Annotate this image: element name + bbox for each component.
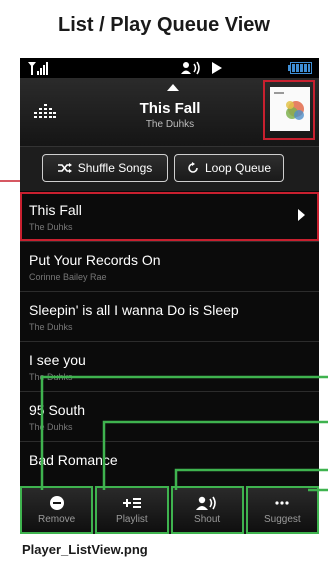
suggest-label: Suggest xyxy=(264,514,301,525)
playlist-button[interactable]: Playlist xyxy=(95,486,169,534)
more-icon xyxy=(275,495,289,511)
loop-icon xyxy=(188,162,198,173)
queue-row[interactable]: 95 South The Duhks xyxy=(20,392,319,442)
now-playing-title: This Fall xyxy=(139,100,201,117)
queue-row[interactable]: Put Your Records On Corinne Bailey Rae xyxy=(20,242,319,292)
song-artist: Corinne Bailey Rae xyxy=(29,272,107,282)
shuffle-songs-button[interactable]: Shuffle Songs xyxy=(42,154,168,182)
remove-button[interactable]: Remove xyxy=(20,486,94,534)
loop-queue-label: Loop Queue xyxy=(204,161,272,175)
song-title: Bad Romance xyxy=(29,452,118,468)
play-status-icon xyxy=(212,62,222,74)
now-playing-artist: The Duhks xyxy=(145,119,195,130)
page-heading: List / Play Queue View xyxy=(58,14,270,36)
shout-button[interactable]: Shout xyxy=(170,486,244,534)
playlist-label: Playlist xyxy=(116,514,148,525)
queue-row[interactable]: Sleepin' is all I wanna Do is Sleep The … xyxy=(20,292,319,342)
album-art-highlight xyxy=(263,80,315,140)
expand-caret-icon[interactable] xyxy=(167,84,179,91)
song-title: This Fall xyxy=(29,202,82,218)
play-arrow-icon[interactable] xyxy=(298,209,305,221)
figure-caption: Player_ListView.png xyxy=(22,542,148,557)
loop-queue-button[interactable]: Loop Queue xyxy=(174,154,284,182)
remove-label: Remove xyxy=(38,514,76,525)
song-artist: The Duhks xyxy=(29,322,73,332)
queue-row[interactable]: I see you The Duhks xyxy=(20,342,319,392)
queue-mode-bar: Shuffle Songs Loop Queue xyxy=(20,147,319,191)
song-artist: The Duhks xyxy=(29,222,73,232)
minus-circle-icon xyxy=(49,495,64,511)
song-artist: The Duhks xyxy=(29,372,73,382)
suggest-button[interactable]: Suggest xyxy=(245,486,319,534)
play-queue-list: This Fall The Duhks Put Your Records On … xyxy=(20,192,319,492)
shout-status-icon xyxy=(181,61,200,75)
song-artist: The Duhks xyxy=(29,422,73,432)
battery-icon xyxy=(288,62,312,74)
signal-icon xyxy=(28,62,48,75)
shuffle-icon xyxy=(57,163,72,173)
song-title: 95 South xyxy=(29,402,86,418)
equalizer-icon[interactable] xyxy=(34,100,56,120)
shuffle-songs-label: Shuffle Songs xyxy=(77,161,153,175)
song-title: Sleepin' is all I wanna Do is Sleep xyxy=(29,302,239,318)
add-to-playlist-icon xyxy=(122,495,141,511)
song-title: I see you xyxy=(29,352,86,368)
queue-row[interactable]: Bad Romance xyxy=(20,442,319,492)
shout-label: Shout xyxy=(194,514,221,525)
shout-icon xyxy=(196,495,218,511)
queue-action-bar: Remove Playlist Shout Suggest xyxy=(20,486,319,534)
phone-screen: This Fall The Duhks Shuffle Songs Loop Q… xyxy=(20,58,319,534)
queue-row-current[interactable]: This Fall The Duhks xyxy=(20,192,319,242)
now-playing-bar[interactable]: This Fall The Duhks xyxy=(20,78,319,147)
song-title: Put Your Records On xyxy=(29,252,161,268)
status-bar xyxy=(20,58,319,78)
